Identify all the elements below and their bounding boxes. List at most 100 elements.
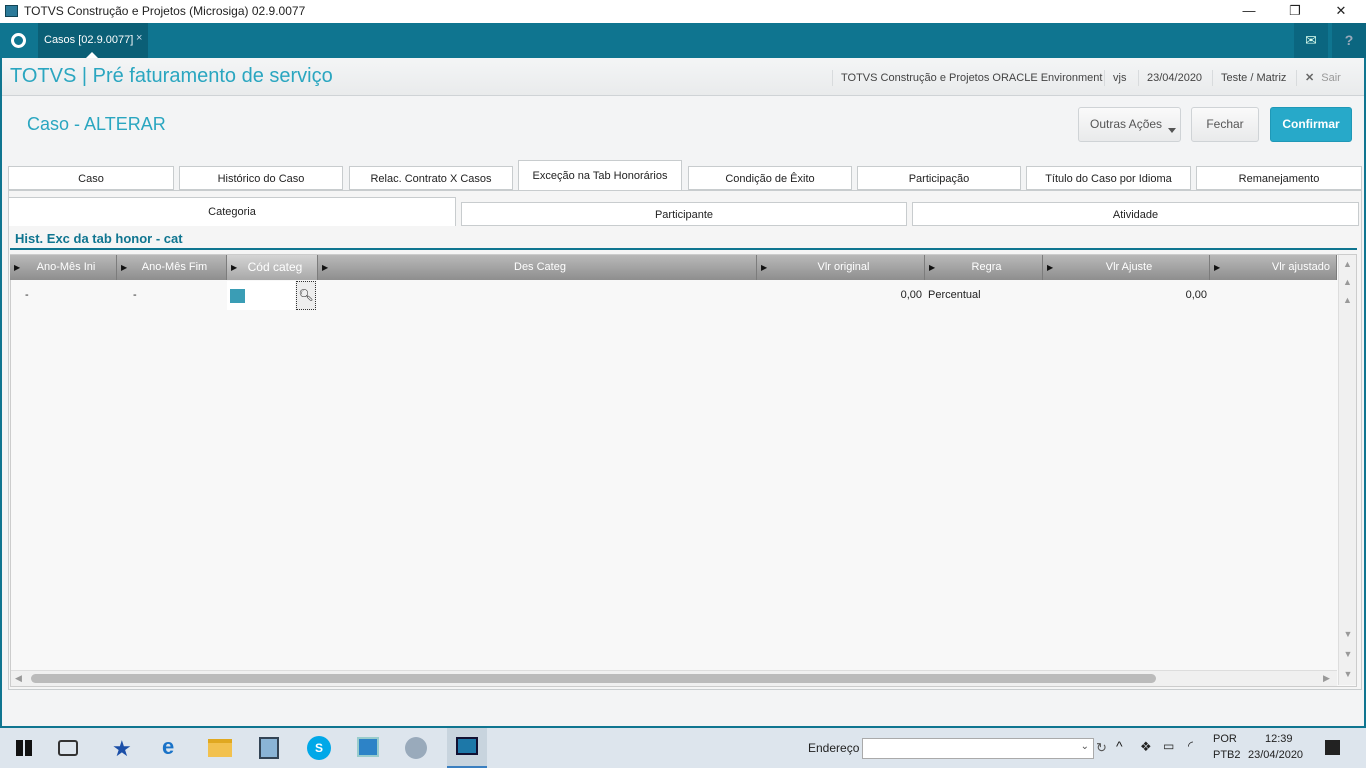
tab-participacao[interactable]: Participação <box>857 166 1021 190</box>
section-divider <box>10 248 1357 250</box>
column-header-vlr-original[interactable]: ▶ Vlr original <box>757 255 925 280</box>
close-window-button[interactable]: ✕ <box>1318 2 1364 22</box>
sort-arrow-icon: ▶ <box>231 263 238 272</box>
column-label: Vlr ajustado <box>1271 261 1330 273</box>
taskbar: ★ e S Endereço ⌄ ↻ ^ ❖ ▭ ◜ POR PTB2 12:3… <box>0 728 1366 768</box>
column-label: Cód categ <box>247 260 303 274</box>
date-label: 23/04/2020 <box>1138 70 1210 86</box>
scroll-bottom-icon[interactable]: ▼ <box>1339 665 1357 683</box>
scroll-up-icon[interactable]: ▲ <box>1339 291 1356 309</box>
column-label: Des Categ <box>514 261 566 273</box>
dropbox-icon[interactable]: ❖ <box>1140 739 1152 755</box>
page-title: Caso - ALTERAR <box>27 114 166 134</box>
confirm-button[interactable]: Confirmar <box>1270 107 1352 142</box>
tab-casos-label: Casos [02.9.0077] <box>44 34 134 46</box>
column-header-ano-mes-fim[interactable]: ▶ Ano-Mês Fim <box>117 255 227 280</box>
cell-vlr-original: 0,00 <box>900 289 922 301</box>
cod-categ-input[interactable] <box>227 281 295 310</box>
tab-casos[interactable]: Casos [02.9.0077] × <box>38 23 148 58</box>
window-title: TOTVS Construção e Projetos (Microsiga) … <box>24 4 306 18</box>
app-title: TOTVS | Pré faturamento de serviço <box>10 65 333 87</box>
tab-excecao-tab-honorarios[interactable]: Exceção na Tab Honorários <box>518 160 682 190</box>
other-actions-button[interactable]: Outras Ações <box>1078 107 1181 142</box>
cell-regra: Percentual <box>928 289 981 301</box>
restore-button[interactable]: ❐ <box>1272 2 1318 22</box>
user-label: vjs <box>1104 70 1134 86</box>
scroll-right-icon[interactable]: ▶ <box>1323 673 1330 684</box>
refresh-icon[interactable]: ↻ <box>1096 740 1107 756</box>
virtualbox-icon[interactable] <box>259 737 279 759</box>
skype-icon[interactable]: S <box>307 736 331 760</box>
address-label: Endereço <box>808 741 860 755</box>
sort-arrow-icon: ▶ <box>1214 263 1221 272</box>
scroll-page-up-icon[interactable]: ▲ <box>1339 273 1356 291</box>
column-header-ano-mes-ini[interactable]: ▶ Ano-Mês Ini <box>10 255 117 280</box>
other-actions-label: Outras Ações <box>1090 117 1163 131</box>
exit-label: Sair <box>1321 72 1341 84</box>
language-line1[interactable]: POR <box>1213 733 1237 745</box>
pinned-app-icon[interactable]: ★ <box>112 736 132 762</box>
window-titlebar: TOTVS Construção e Projetos (Microsiga) … <box>0 0 1366 23</box>
cell-ano-mes-fim: - <box>133 289 137 301</box>
minimize-button[interactable]: — <box>1226 2 1272 22</box>
column-header-regra[interactable]: ▶ Regra <box>925 255 1043 280</box>
scroll-thumb[interactable] <box>31 674 1156 683</box>
section-title: Hist. Exc da tab honor - cat <box>15 231 183 246</box>
battery-icon[interactable]: ▭ <box>1163 739 1174 753</box>
mail-icon[interactable]: ✉ <box>1294 23 1328 58</box>
notifications-icon[interactable] <box>1325 740 1340 755</box>
sort-arrow-icon: ▶ <box>121 263 128 272</box>
column-header-cod-categ[interactable]: ▶ Cód categ <box>227 255 318 280</box>
wifi-icon[interactable]: ◜ <box>1188 738 1193 754</box>
task-view-icon[interactable] <box>58 740 78 756</box>
address-input[interactable]: ⌄ <box>862 738 1094 759</box>
close-icon: ✕ <box>1305 72 1315 84</box>
tab-remanejamento[interactable]: Remanejamento <box>1196 166 1362 190</box>
language-line2[interactable]: PTB2 <box>1213 749 1241 761</box>
column-label: Ano-Mês Ini <box>36 261 96 273</box>
file-explorer-icon[interactable] <box>208 739 232 757</box>
tab-relac-contrato-casos[interactable]: Relac. Contrato X Casos <box>349 166 513 190</box>
remote-desktop-icon[interactable] <box>357 737 379 757</box>
column-header-des-categ[interactable]: ▶ Des Categ <box>318 255 757 280</box>
totvs-taskbar-app[interactable] <box>447 728 487 768</box>
column-header-vlr-ajuste[interactable]: ▶ Vlr Ajuste <box>1043 255 1210 280</box>
windows-start-icon[interactable] <box>16 740 32 756</box>
edge-icon[interactable]: e <box>162 734 174 760</box>
tab-historico-do-caso[interactable]: Histórico do Caso <box>179 166 343 190</box>
column-label: Ano-Mês Fim <box>141 261 208 273</box>
clock-date[interactable]: 23/04/2020 <box>1248 749 1303 761</box>
column-label: Vlr Ajuste <box>1105 261 1153 273</box>
chevron-down-icon[interactable]: ⌄ <box>1081 741 1089 752</box>
branch-label[interactable]: Teste / Matriz <box>1212 70 1294 86</box>
exit-button[interactable]: ✕ Sair <box>1296 70 1360 86</box>
text-cursor <box>230 289 245 303</box>
column-label: Regra <box>971 261 1002 273</box>
scroll-page-down-icon[interactable]: ▼ <box>1339 645 1357 663</box>
tab-close-icon[interactable]: × <box>136 32 142 44</box>
scroll-left-icon[interactable]: ◀ <box>15 673 22 684</box>
sort-arrow-icon: ▶ <box>322 263 329 272</box>
clock-time[interactable]: 12:39 <box>1265 733 1293 745</box>
horizontal-scrollbar[interactable]: ◀ ▶ <box>11 670 1337 686</box>
sort-arrow-icon: ▶ <box>761 263 768 272</box>
column-header-vlr-ajustado[interactable]: ▶ Vlr ajustado <box>1210 255 1337 280</box>
chevron-down-icon <box>1168 128 1176 133</box>
subtab-participante[interactable]: Participante <box>461 202 907 226</box>
show-hidden-icons-icon[interactable]: ^ <box>1116 738 1123 754</box>
tab-titulo-caso-idioma[interactable]: Título do Caso por Idioma <box>1026 166 1191 190</box>
scroll-top-icon[interactable]: ▲ <box>1339 255 1356 273</box>
subtab-atividade[interactable]: Atividade <box>912 202 1359 226</box>
close-button[interactable]: Fechar <box>1191 107 1259 142</box>
subtab-categoria[interactable]: Categoria <box>8 197 456 226</box>
tab-caso[interactable]: Caso <box>8 166 174 190</box>
sort-arrow-icon: ▶ <box>929 263 936 272</box>
settings-app-icon[interactable] <box>405 737 427 759</box>
tab-condicao-de-exito[interactable]: Condição de Êxito <box>688 166 852 190</box>
totvs-logo-icon[interactable] <box>11 33 26 48</box>
vertical-scrollbar[interactable]: ▲ ▲ ▲ ▼ ▼ ▼ <box>1338 255 1356 685</box>
scroll-down-icon[interactable]: ▼ <box>1339 625 1357 643</box>
search-icon[interactable]: 🔍︎ <box>296 281 316 310</box>
sort-arrow-icon: ▶ <box>14 263 21 272</box>
help-icon[interactable]: ? <box>1332 23 1366 58</box>
